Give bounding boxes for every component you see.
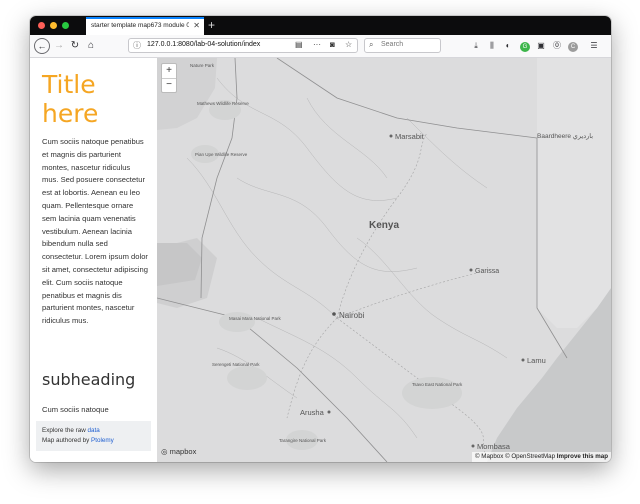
forward-button[interactable]: →	[52, 38, 66, 54]
attribution-osm-link[interactable]: © OpenStreetMap	[505, 453, 555, 460]
profile-icon[interactable]: C	[567, 38, 579, 54]
label-pian-upe: Pian Upe Wildlife Reserve	[195, 152, 248, 157]
browser-tab[interactable]: starter template map673 module 0 ✕	[86, 17, 204, 35]
page-actions-icon[interactable]: ···	[313, 40, 321, 49]
label-arusha: Arusha	[300, 408, 325, 417]
label-garissa: Garissa	[475, 268, 499, 275]
url-text[interactable]: 127.0.0.1:8080/lab-04-solution/index	[147, 41, 260, 48]
label-nairobi: Nairobi	[339, 311, 365, 320]
pocket-icon[interactable]: ◙	[330, 40, 335, 49]
tab-title: starter template map673 module 0	[91, 22, 189, 29]
label-marsabit: Marsabit	[395, 132, 425, 141]
somalia-region	[537, 58, 611, 328]
container-icon[interactable]: ▣	[535, 38, 547, 54]
back-button[interactable]: ←	[34, 38, 50, 54]
label-masai-mara: Masai Mara National Park	[229, 316, 282, 321]
mombasa-dot	[471, 444, 475, 448]
footer-data-line: Explore the raw data	[42, 427, 100, 434]
footer-author-text: Map authored by	[42, 437, 90, 444]
map[interactable]: Kenya Marsabit Baardheere بارديري Gariss…	[157, 58, 611, 462]
info-icon[interactable]: ⓘ	[133, 40, 141, 51]
attribution-mapbox-link[interactable]: © Mapbox	[475, 453, 503, 460]
bookmark-star-icon[interactable]: ☆	[345, 40, 352, 49]
map-canvas[interactable]: Kenya Marsabit Baardheere بارديري Gariss…	[157, 58, 611, 462]
garissa-dot	[469, 268, 473, 272]
sidebar-subheading: subheading	[42, 370, 136, 389]
nairobi-dot	[332, 312, 336, 316]
tab-close-icon[interactable]: ✕	[193, 21, 200, 30]
label-tarangire: Tarangire National Park	[279, 438, 327, 443]
sidebar-footer: Explore the raw data Map authored by Pto…	[36, 421, 151, 451]
browser-window: starter template map673 module 0 ✕ + ← →…	[30, 16, 611, 462]
green-extension-icon[interactable]: G	[519, 38, 531, 54]
downloads-icon[interactable]: ⤓	[470, 38, 482, 54]
label-serengeti: Serengeti National Park	[212, 362, 260, 367]
improve-map-link[interactable]: Improve this map	[557, 453, 608, 460]
close-window-button[interactable]	[38, 22, 45, 29]
zoom-control: + −	[161, 63, 177, 93]
arusha-dot	[327, 410, 331, 414]
sidebar-paragraph-2: Cum sociis natoque	[42, 405, 109, 414]
maximize-window-button[interactable]	[62, 22, 69, 29]
navigation-toolbar: ← → ↻ ⌂ ⓘ 127.0.0.1:8080/lab-04-solution…	[30, 35, 611, 58]
mapbox-logo[interactable]: ◎ mapbox	[161, 447, 196, 456]
home-button[interactable]: ⌂	[84, 38, 98, 54]
zoom-out-button[interactable]: −	[162, 78, 176, 92]
label-mombasa: Mombasa	[477, 442, 511, 451]
label-kenya: Kenya	[369, 220, 399, 231]
menu-icon[interactable]: ☰	[588, 38, 600, 54]
mapbox-logo-text: mapbox	[169, 447, 197, 456]
reader-view-icon[interactable]: ▤	[295, 40, 303, 49]
extension-icon[interactable]: ◐	[502, 38, 514, 54]
search-bar[interactable]: ⌕ Search	[364, 38, 441, 53]
reload-button[interactable]: ↻	[68, 38, 82, 54]
data-link[interactable]: data	[88, 427, 100, 434]
mapbox-logo-icon: ◎	[161, 447, 168, 456]
footer-author-line: Map authored by Ptolemy	[42, 437, 114, 444]
label-mathews: Mathews Wildlife Reserve	[197, 101, 249, 106]
minimize-window-button[interactable]	[50, 22, 57, 29]
url-bar[interactable]: ⓘ 127.0.0.1:8080/lab-04-solution/index ▤…	[128, 38, 358, 53]
new-tab-button[interactable]: +	[208, 17, 215, 33]
account-icon[interactable]: ⓪	[551, 38, 563, 54]
page-title: Title here	[42, 70, 99, 128]
search-icon: ⌕	[369, 40, 374, 49]
library-icon[interactable]: ⫼	[486, 38, 498, 54]
label-nature-park: Nature Park	[190, 63, 215, 68]
tab-bar: starter template map673 module 0 ✕ +	[30, 16, 611, 35]
label-tsavo-east: Tsavo East National Park	[412, 382, 463, 387]
label-lamu: Lamu	[527, 356, 546, 365]
author-link[interactable]: Ptolemy	[91, 437, 114, 444]
marsabit-dot	[389, 134, 393, 138]
footer-data-text: Explore the raw	[42, 427, 86, 434]
zoom-in-button[interactable]: +	[162, 64, 176, 79]
search-placeholder: Search	[381, 41, 404, 48]
label-baardheere: Baardheere بارديري	[537, 132, 593, 140]
map-attribution: © Mapbox © OpenStreetMap Improve this ma…	[472, 452, 611, 462]
lamu-dot	[521, 358, 525, 362]
sidebar: Title here Cum sociis natoque penatibus …	[30, 58, 157, 462]
sidebar-paragraph: Cum sociis natoque penatibus et magnis d…	[42, 137, 148, 326]
page-content: Title here Cum sociis natoque penatibus …	[30, 58, 611, 462]
